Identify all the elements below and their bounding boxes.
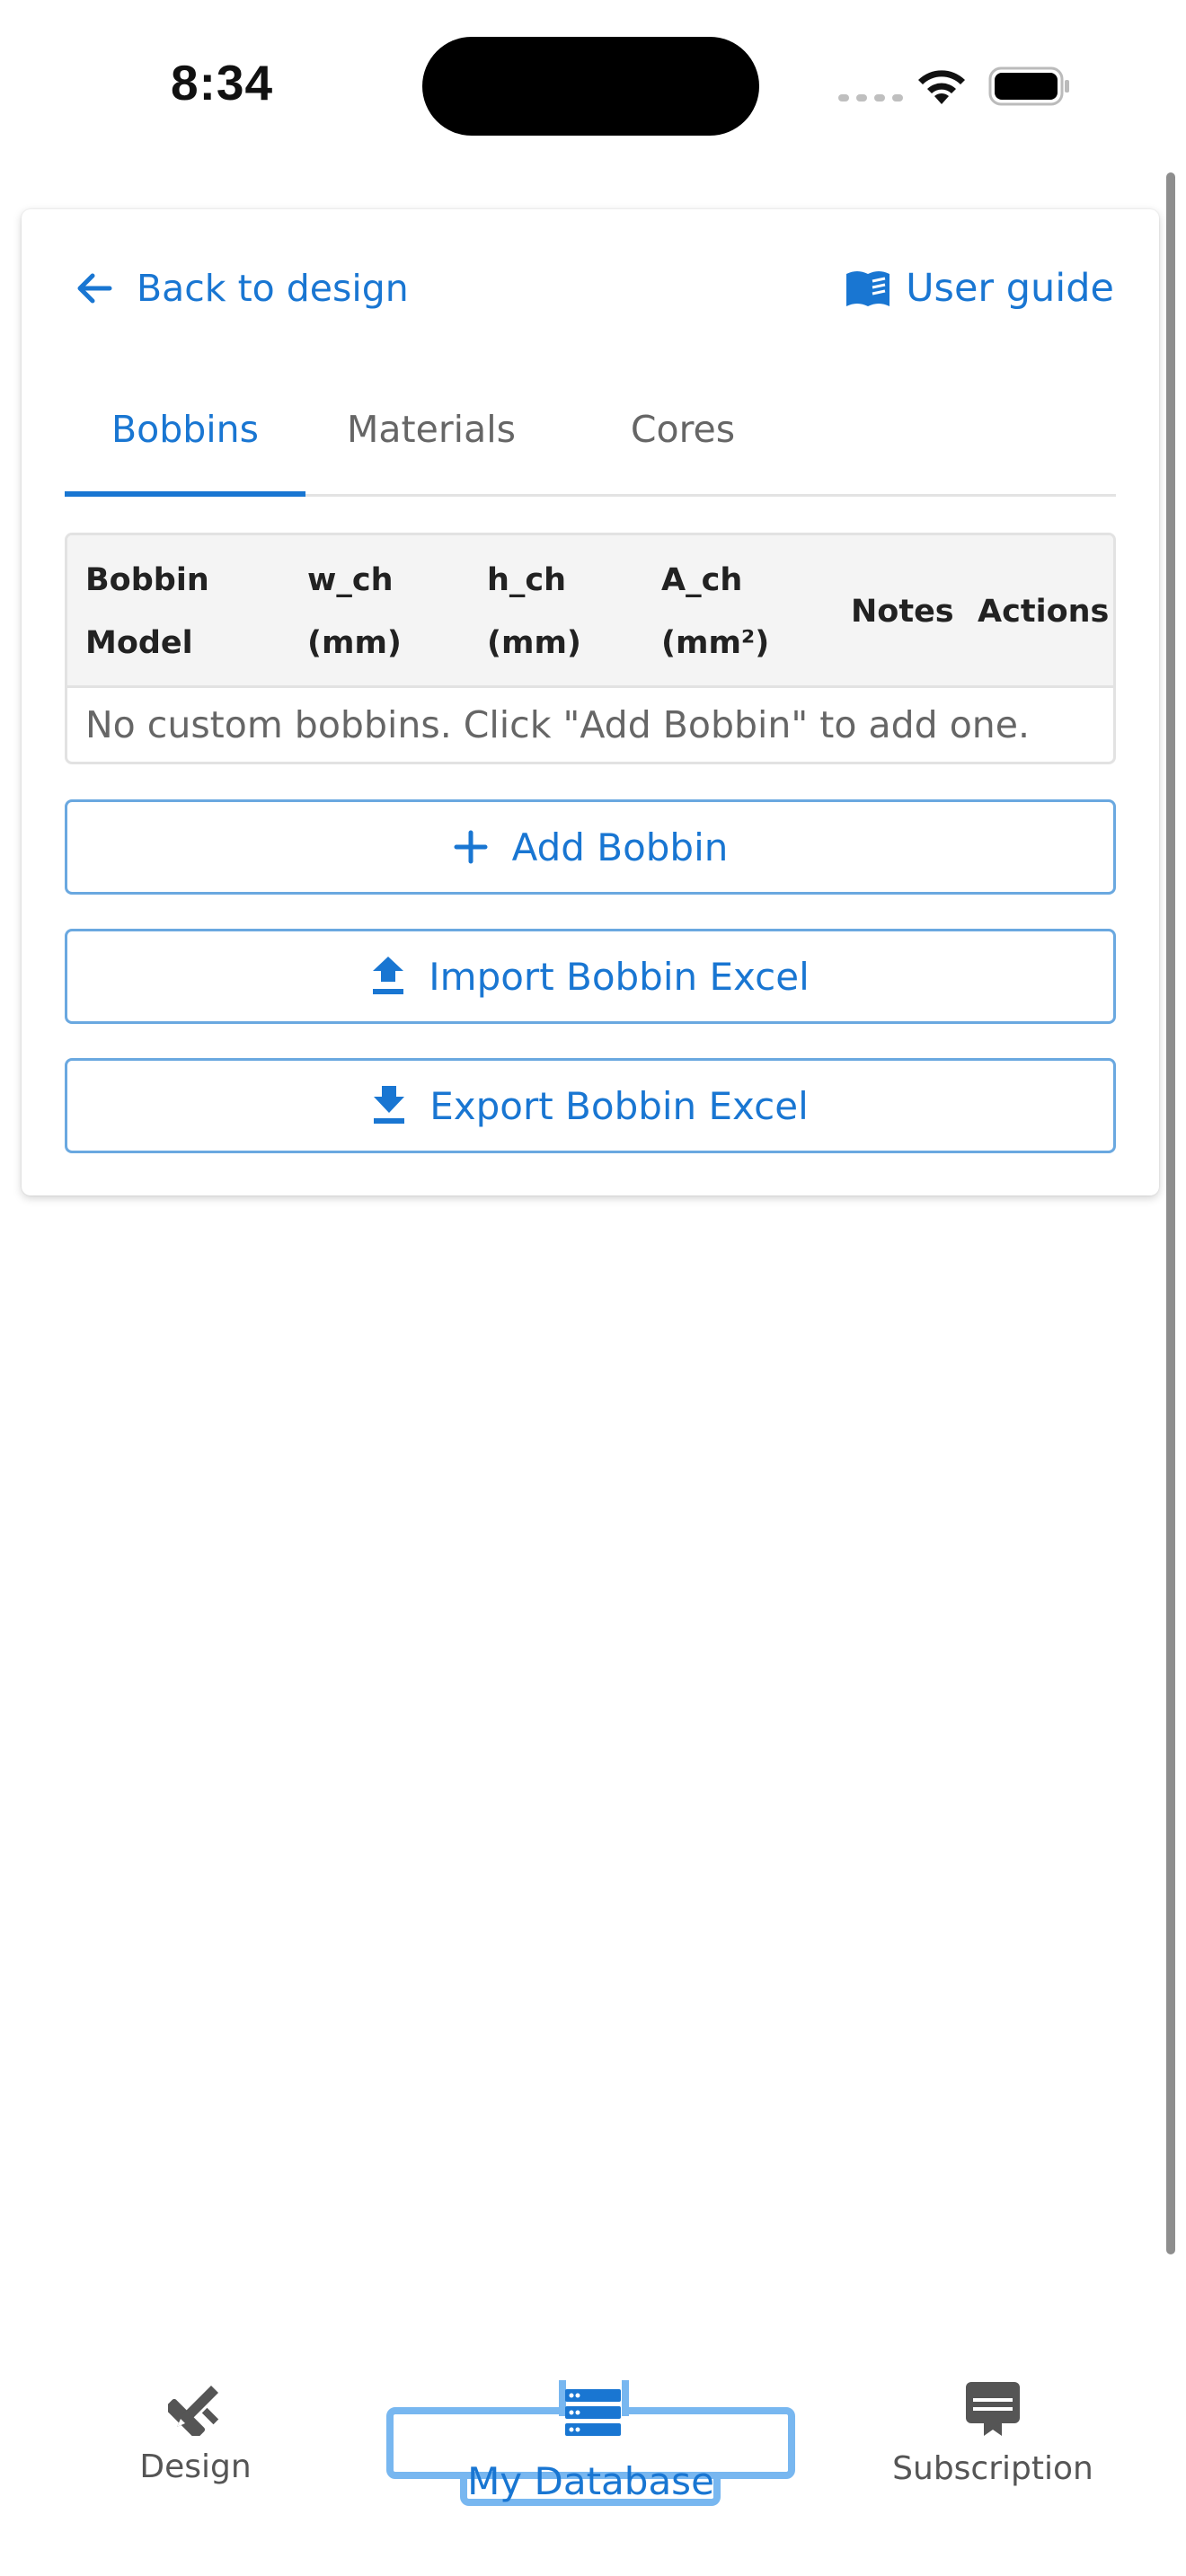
tab-bobbins-label: Bobbins xyxy=(111,408,259,451)
dynamic-island xyxy=(422,37,759,136)
column-header-notes[interactable]: Notes xyxy=(851,535,968,688)
add-bobbin-label: Add Bobbin xyxy=(511,825,729,869)
tab-cores[interactable]: Cores xyxy=(557,362,809,497)
bobbins-table: Bobbin Model w_ch (mm) h_ch (mm) A_ch (mm²) … xyxy=(65,533,1116,764)
nav-my-database-label: My Database xyxy=(467,2459,714,2503)
column-header-w-ch[interactable]: w_ch (mm) xyxy=(307,535,478,688)
user-guide-label: User guide xyxy=(906,266,1114,311)
upload-icon xyxy=(373,957,404,994)
nav-design-label: Design xyxy=(139,2448,252,2485)
cellular-signal-icon xyxy=(838,94,903,101)
tab-bobbins[interactable]: Bobbins xyxy=(65,362,305,497)
scrollbar[interactable] xyxy=(1166,172,1175,2254)
table-header: Bobbin Model w_ch (mm) h_ch (mm) A_ch (mm²) … xyxy=(67,535,1113,688)
user-guide-link[interactable]: User guide xyxy=(845,261,1114,315)
add-bobbin-button[interactable]: Add Bobbin xyxy=(65,799,1116,895)
nav-my-database-icon-wrap[interactable] xyxy=(548,2389,638,2524)
import-bobbin-label: Import Bobbin Excel xyxy=(429,954,810,999)
tab-materials-label: Materials xyxy=(347,408,516,451)
back-label: Back to design xyxy=(137,267,409,310)
tab-cores-label: Cores xyxy=(630,408,736,451)
download-icon xyxy=(374,1086,405,1124)
nav-subscription[interactable]: Subscription xyxy=(876,2380,1110,2515)
screen: 8:34 Back to design User guide Bobbins M… xyxy=(0,0,1186,2576)
import-bobbin-excel-button[interactable]: Import Bobbin Excel xyxy=(65,929,1116,1024)
battery-icon xyxy=(988,66,1069,106)
status-time: 8:34 xyxy=(171,55,274,110)
tab-materials[interactable]: Materials xyxy=(305,362,557,497)
back-to-design-link[interactable]: Back to design xyxy=(75,261,409,315)
export-bobbin-label: Export Bobbin Excel xyxy=(429,1083,809,1128)
database-card: Back to design User guide Bobbins Materi… xyxy=(22,209,1159,1195)
tab-bar: Bobbins Materials Cores xyxy=(65,362,1116,497)
subscription-icon xyxy=(966,2382,1020,2436)
arrow-left-icon xyxy=(77,273,112,304)
nav-subscription-label: Subscription xyxy=(892,2450,1093,2487)
database-icon xyxy=(565,2389,621,2436)
nav-design[interactable]: Design xyxy=(108,2380,283,2515)
book-icon xyxy=(846,271,890,306)
column-header-actions: Actions xyxy=(978,594,1110,630)
plus-icon xyxy=(454,830,488,864)
wifi-icon xyxy=(918,70,965,104)
export-bobbin-excel-button[interactable]: Export Bobbin Excel xyxy=(65,1058,1116,1153)
empty-table-message: No custom bobbins. Click "Add Bobbin" to… xyxy=(85,703,1031,746)
column-header-h-ch[interactable]: h_ch (mm) xyxy=(487,535,649,688)
tab-indicator xyxy=(65,491,305,497)
nav-my-database[interactable]: My Database xyxy=(386,2459,795,2503)
column-header-a-ch[interactable]: A_ch (mm²) xyxy=(661,535,841,688)
column-header-bobbin-model[interactable]: Bobbin Model xyxy=(85,535,292,688)
design-tools-icon xyxy=(167,2386,218,2436)
